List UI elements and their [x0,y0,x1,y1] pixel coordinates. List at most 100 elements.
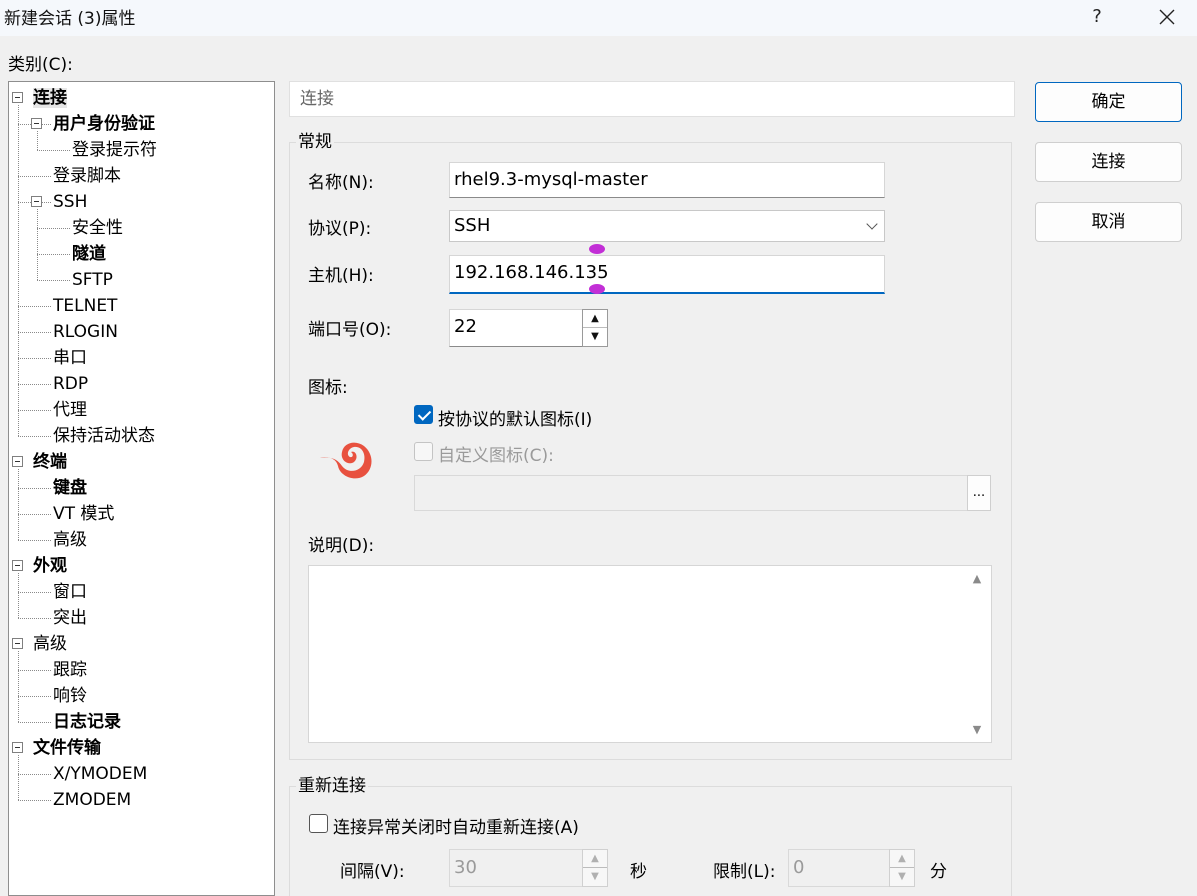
interval-unit: 秒 [630,862,647,882]
interval-stepper[interactable]: ▲ ▼ [582,849,608,887]
collapse-icon[interactable] [12,92,23,103]
limit-stepper[interactable]: ▲ ▼ [889,849,915,887]
protocol-select[interactable]: SSH [449,210,885,242]
tree-connector [18,514,51,515]
name-field[interactable]: rhel9.3-mysql-master [449,162,885,198]
tree-item[interactable]: 连接 [33,85,67,111]
tree-item[interactable]: 日志记录 [53,709,121,735]
port-label: 端口号(O): [308,320,392,340]
limit-label: 限制(L): [713,862,776,882]
tree-connector [18,436,51,437]
custom-icon-path-field[interactable] [414,475,968,511]
tree-item[interactable]: 外观 [33,553,67,579]
selection-handle-bottom[interactable] [589,284,605,294]
category-tree[interactable]: 连接 用户身份验证 登录提示符登录脚本 SSH 安全性隧道 SFTP TELNET RLOGI… [8,81,275,896]
tree-item-label: 隧道 [72,244,106,264]
interval-down-icon[interactable]: ▼ [583,868,607,886]
tree-item[interactable]: 响铃 [53,683,87,709]
description-field[interactable]: ▲ ▼ [308,565,992,743]
tree-item[interactable]: 窗口 [53,579,87,605]
interval-label: 间隔(V): [340,862,405,882]
tree-connector [18,618,51,619]
tree-item[interactable]: RLOGIN [53,319,118,345]
category-label: 类别(C): [8,55,73,75]
tree-item[interactable]: X/YMODEM [53,761,147,787]
port-stepper[interactable]: ▲ ▼ [582,309,608,347]
tree-item-label: 终端 [33,452,67,472]
tree-item-label: TELNET [53,296,118,316]
cancel-button[interactable]: 取消 [1035,202,1182,242]
tree-item[interactable]: 用户身份验证 [53,111,155,137]
scroll-up-icon[interactable]: ▲ [965,572,989,585]
interval-up-icon[interactable]: ▲ [583,850,607,868]
tree-item-label: 日志记录 [53,712,121,732]
connect-button[interactable]: 连接 [1035,142,1182,182]
selection-handle-top[interactable] [589,244,605,254]
reconnect-group-title: 重新连接 [296,776,368,796]
tree-connector [18,670,51,671]
tree-item[interactable]: SFTP [72,267,113,293]
tree-item-label: 高级 [33,634,67,654]
auto-reconnect-checkbox[interactable] [309,814,328,833]
tree-connector [37,254,70,255]
help-button[interactable]: ? [1080,2,1114,32]
tree-item-label: RLOGIN [53,322,118,342]
tree-item[interactable]: VT 模式 [53,501,114,527]
window-title: 新建会话 (3)属性 [4,9,136,29]
limit-down-icon[interactable]: ▼ [890,868,914,886]
ok-button[interactable]: 确定 [1035,82,1182,122]
tree-connector [18,800,51,801]
default-icon-checkbox[interactable] [414,405,433,424]
host-field[interactable]: 192.168.146.135 [449,255,885,294]
collapse-icon[interactable] [31,118,42,129]
tree-connector [18,176,51,177]
tree-item[interactable]: RDP [53,371,88,397]
tree-item[interactable]: SSH [53,189,87,215]
tree-item[interactable]: 跟踪 [53,657,87,683]
xshell-swirl-icon [318,436,378,488]
tree-connector [37,228,70,229]
browse-button[interactable]: ... [967,475,991,511]
tree-connector [37,209,38,280]
tree-item[interactable]: 高级 [33,631,67,657]
collapse-icon[interactable] [12,456,23,467]
tree-item[interactable]: 键盘 [53,475,87,501]
tree-item-label: X/YMODEM [53,764,148,784]
close-button[interactable] [1150,2,1184,32]
tree-item[interactable]: 登录脚本 [53,163,121,189]
limit-field[interactable]: 0 [788,849,890,887]
collapse-icon[interactable] [12,560,23,571]
port-field[interactable]: 22 [449,309,583,347]
limit-up-icon[interactable]: ▲ [890,850,914,868]
tree-item-label: 文件传输 [33,738,101,758]
tree-item[interactable]: 串口 [53,345,87,371]
collapse-icon[interactable] [12,638,23,649]
tree-item[interactable]: ZMODEM [53,787,131,813]
tree-item[interactable]: 隧道 [72,241,106,267]
tree-item[interactable]: 代理 [53,397,87,423]
tree-item[interactable]: 登录提示符 [72,137,157,163]
tree-item[interactable]: 高级 [53,527,87,553]
scroll-down-icon[interactable]: ▼ [965,723,989,736]
tree-item-label: 登录脚本 [53,166,121,186]
tree-item[interactable]: 文件传输 [33,735,101,761]
tree-connector [18,469,19,540]
tree-item[interactable]: 突出 [53,605,87,631]
collapse-icon[interactable] [12,742,23,753]
tree-item-label: 外观 [33,556,67,576]
tree-connector [18,592,51,593]
section-header: 连接 [289,81,1015,117]
tree-connector [18,755,19,800]
port-up-icon[interactable]: ▲ [583,310,607,328]
tree-item[interactable]: TELNET [53,293,117,319]
interval-field[interactable]: 30 [449,849,583,887]
port-down-icon[interactable]: ▼ [583,328,607,346]
tree-connector [18,332,51,333]
tree-item[interactable]: 保持活动状态 [53,423,155,449]
custom-icon-checkbox[interactable] [414,442,433,461]
collapse-icon[interactable] [31,196,42,207]
default-icon-label: 按协议的默认图标(I) [438,410,593,430]
tree-item[interactable]: 终端 [33,449,67,475]
tree-item[interactable]: 安全性 [72,215,123,241]
tree-connector [18,410,51,411]
